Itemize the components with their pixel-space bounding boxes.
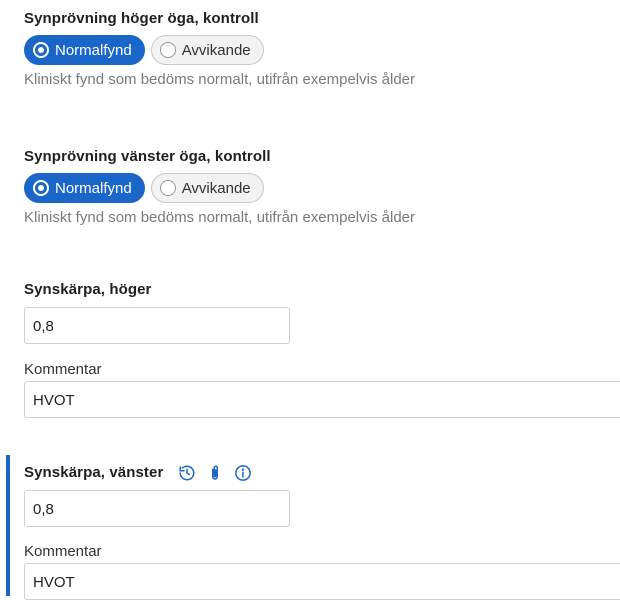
acuity-left-input[interactable]: 0,8 [24, 490, 290, 527]
right-eye-label: Synprövning höger öga, kontroll [24, 10, 259, 27]
option-label: Normalfynd [55, 41, 132, 59]
acuity-left-label: Synskärpa, vänster [24, 463, 164, 481]
radio-unselected-icon [159, 180, 176, 196]
right-eye-radio-group: Normalfynd Avvikande [24, 35, 415, 65]
left-eye-group: Synprövning vänster öga, kontroll Normal… [24, 148, 415, 226]
acuity-right-group: Synskärpa, höger 0,8 Kommentar HVOT [24, 281, 620, 418]
info-icon[interactable] [234, 464, 252, 482]
left-eye-label: Synprövning vänster öga, kontroll [24, 148, 271, 165]
paperclip-icon[interactable] [206, 463, 224, 483]
radio-unselected-icon [159, 42, 176, 58]
right-eye-normalfynd-radio[interactable]: Normalfynd [24, 35, 145, 65]
radio-selected-icon [33, 180, 49, 196]
history-icon[interactable] [178, 464, 196, 482]
acuity-right-label: Synskärpa, höger [24, 281, 152, 298]
left-eye-normalfynd-radio[interactable]: Normalfynd [24, 173, 145, 203]
left-eye-help-text: Kliniskt fynd som bedöms normalt, utifrå… [24, 209, 415, 226]
right-eye-group: Synprövning höger öga, kontroll Normalfy… [24, 10, 415, 88]
right-eye-help-text: Kliniskt fynd som bedöms normalt, utifrå… [24, 71, 415, 88]
left-eye-avvikande-radio[interactable]: Avvikande [150, 173, 264, 203]
acuity-right-input[interactable]: 0,8 [24, 307, 290, 344]
acuity-right-comment-input[interactable]: HVOT [24, 381, 620, 418]
acuity-left-comment-input[interactable]: HVOT [24, 563, 620, 600]
left-eye-radio-group: Normalfynd Avvikande [24, 173, 415, 203]
acuity-left-group: Synskärpa, vänster 0,8 Kommentar HVOT [24, 463, 620, 600]
acuity-left-label-row: Synskärpa, vänster [24, 463, 620, 483]
acuity-right-comment-label: Kommentar [24, 361, 102, 378]
option-label: Normalfynd [55, 179, 132, 197]
right-eye-avvikande-radio[interactable]: Avvikande [150, 35, 264, 65]
option-label: Avvikande [181, 41, 251, 59]
option-label: Avvikande [181, 179, 251, 197]
field-actions [178, 463, 252, 483]
radio-selected-icon [33, 42, 49, 58]
acuity-left-comment-label: Kommentar [24, 543, 102, 560]
active-field-indicator [6, 455, 10, 596]
